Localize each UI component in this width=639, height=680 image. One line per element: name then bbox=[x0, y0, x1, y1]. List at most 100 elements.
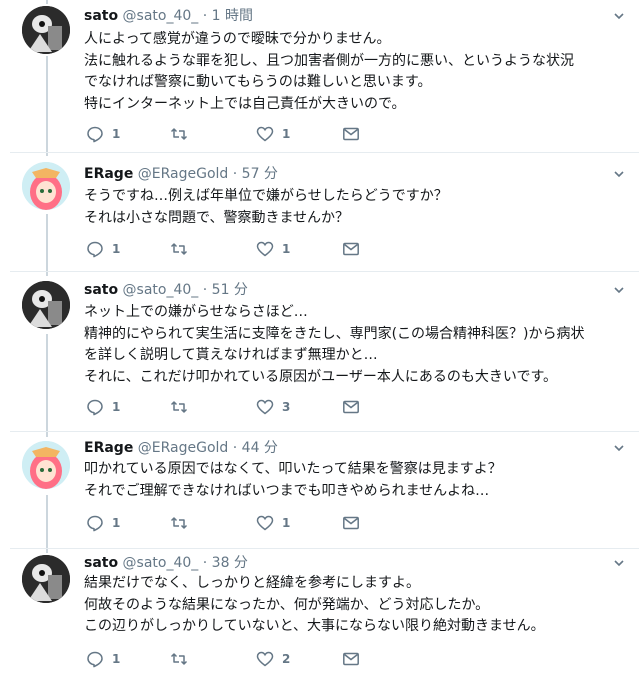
reply-button[interactable]: 1 bbox=[86, 398, 120, 416]
avatar[interactable] bbox=[22, 281, 70, 329]
avatar[interactable] bbox=[22, 6, 70, 54]
retweet-button[interactable] bbox=[170, 398, 196, 416]
like-button[interactable]: 1 bbox=[256, 240, 290, 258]
tweet-text: 結果だけでなく、しっかりと経緯を参考にしますよ。何故そのような結果になったか、何… bbox=[84, 573, 629, 638]
tweet-actions: 1 1 bbox=[84, 240, 384, 258]
user-handle[interactable]: @ERageGold bbox=[138, 166, 229, 182]
timestamp[interactable]: 1 時間 bbox=[212, 8, 253, 24]
like-count: 1 bbox=[282, 242, 291, 256]
like-count: 2 bbox=[282, 652, 291, 666]
timestamp[interactable]: 44 分 bbox=[242, 440, 278, 456]
tweet-text-line: 何故そのような結果になったか、何が発端か、どう対応したか。 bbox=[84, 596, 490, 613]
reply-icon bbox=[87, 126, 103, 143]
retweet-icon bbox=[170, 517, 188, 529]
like-button[interactable]: 1 bbox=[256, 514, 290, 532]
separator-dot: · bbox=[202, 282, 208, 298]
tweet-text: ネット上での嫌がらせならさほど… 精神的にやられて実生活に支障をきたし、専門家(こ… bbox=[84, 302, 629, 388]
tweet-text-line: それでご理解できなければいつまでも叩きやめられませんよね… bbox=[84, 482, 490, 499]
tweet-header: sato @sato_40_ · 1 時間 bbox=[84, 7, 253, 25]
tweet[interactable]: ERage @ERageGold · 57 分 そうですね…例えば年単位で嫌がら… bbox=[0, 152, 639, 271]
tweet-text: そうですね…例えば年単位で嫌がらせしたらどうですか？ それは小さな問題で、警察動き… bbox=[84, 186, 629, 229]
tweet-text-line: そうですね…例えば年単位で嫌がらせしたらどうですか？ bbox=[84, 188, 448, 204]
retweet-icon bbox=[170, 401, 188, 413]
chevron-down-icon[interactable] bbox=[613, 557, 625, 569]
direct-message-button[interactable] bbox=[342, 125, 360, 143]
heart-icon bbox=[256, 651, 274, 667]
heart-icon bbox=[256, 399, 274, 415]
like-button[interactable]: 1 bbox=[256, 125, 290, 143]
retweet-button[interactable] bbox=[170, 125, 196, 143]
chevron-down-icon[interactable] bbox=[613, 168, 625, 180]
reply-count: 1 bbox=[112, 127, 121, 141]
timestamp[interactable]: 51 分 bbox=[212, 282, 248, 298]
display-name[interactable]: sato bbox=[84, 555, 118, 571]
like-button[interactable]: 2 bbox=[256, 650, 290, 668]
timestamp[interactable]: 57 分 bbox=[242, 166, 278, 182]
like-button[interactable]: 3 bbox=[256, 398, 290, 416]
reply-button[interactable]: 1 bbox=[86, 650, 120, 668]
chevron-down-icon[interactable] bbox=[613, 10, 625, 22]
user-handle[interactable]: @sato_40_ bbox=[123, 8, 199, 24]
separator-dot: · bbox=[202, 555, 208, 571]
reply-icon bbox=[87, 399, 103, 416]
like-count: 1 bbox=[282, 516, 291, 530]
retweet-icon bbox=[170, 128, 188, 140]
avatar[interactable] bbox=[22, 441, 70, 489]
timestamp[interactable]: 38 分 bbox=[212, 555, 248, 571]
tweet-text-line: ネット上での嫌がらせならさほど… bbox=[84, 304, 308, 320]
tweet-text: 叩かれている原因ではなくて、叩いたって結果を警察は見ますよ？ それでご理解できなけ… bbox=[84, 459, 629, 502]
retweet-button[interactable] bbox=[170, 240, 196, 258]
avatar[interactable] bbox=[22, 162, 70, 210]
tweet-text-line: それは小さな問題で、警察動きませんか？ bbox=[84, 209, 350, 226]
tweet-header: ERage @ERageGold · 44 分 bbox=[84, 439, 278, 457]
chevron-down-icon[interactable] bbox=[613, 442, 625, 454]
tweet-actions: 1 2 bbox=[84, 650, 384, 668]
direct-message-button[interactable] bbox=[342, 398, 360, 416]
like-count: 3 bbox=[282, 400, 291, 414]
display-name[interactable]: ERage bbox=[84, 440, 133, 456]
retweet-button[interactable] bbox=[170, 514, 196, 532]
envelope-icon bbox=[343, 400, 359, 414]
separator-dot: · bbox=[232, 440, 238, 456]
reply-count: 1 bbox=[112, 400, 121, 414]
tweet[interactable]: sato @sato_40_ · 1 時間 人によって感覚が違うので曖昧で分かり… bbox=[0, 0, 639, 152]
chevron-down-icon[interactable] bbox=[613, 284, 625, 296]
tweet-text-line: 法に触れるような罪を犯し、且つ加害者側が一方的に悪い、というような状況 bbox=[84, 52, 574, 69]
tweet-text: 人によって感覚が違うので曖昧で分かりません。法に触れるような罪を犯し、且つ加害者… bbox=[84, 29, 629, 115]
display-name[interactable]: sato bbox=[84, 282, 118, 298]
tweet-text-line: 結果だけでなく、しっかりと経緯を参考にしますよ。 bbox=[84, 575, 420, 591]
display-name[interactable]: ERage bbox=[84, 166, 133, 182]
retweet-icon bbox=[170, 243, 188, 255]
heart-icon bbox=[256, 241, 274, 257]
tweet-actions: 1 1 bbox=[84, 125, 384, 143]
retweet-icon bbox=[170, 653, 188, 665]
reply-button[interactable]: 1 bbox=[86, 240, 120, 258]
user-handle[interactable]: @ERageGold bbox=[138, 440, 229, 456]
separator-dot: · bbox=[232, 166, 238, 182]
tweet-text-line: 人によって感覚が違うので曖昧で分かりません。 bbox=[84, 31, 391, 47]
direct-message-button[interactable] bbox=[342, 240, 360, 258]
like-count: 1 bbox=[282, 127, 291, 141]
retweet-button[interactable] bbox=[170, 650, 196, 668]
tweet[interactable]: sato @sato_40_ · 38 分 結果だけでなく、しっかりと経緯を参考… bbox=[0, 548, 639, 680]
user-handle[interactable]: @sato_40_ bbox=[123, 555, 199, 571]
direct-message-button[interactable] bbox=[342, 650, 360, 668]
tweet-text-line: 精神的にやられて実生活に支障をきたし、専門家(この場合精神科医？)から病状 bbox=[84, 325, 585, 342]
tweet-actions: 1 3 bbox=[84, 398, 384, 416]
avatar[interactable] bbox=[22, 555, 70, 603]
reply-icon bbox=[87, 651, 103, 668]
direct-message-button[interactable] bbox=[342, 514, 360, 532]
reply-icon bbox=[87, 241, 103, 258]
separator-dot: · bbox=[202, 8, 208, 24]
tweet-text-line: を詳しく説明して貰えなければまず無理かと… bbox=[84, 347, 378, 364]
tweet-text-line: でなければ警察に動いてもらうのは難しいと思います。 bbox=[84, 74, 432, 91]
display-name[interactable]: sato bbox=[84, 8, 118, 24]
user-handle[interactable]: @sato_40_ bbox=[123, 282, 199, 298]
tweet[interactable]: sato @sato_40_ · 51 分 ネット上での嫌がらせならさほど… 精神… bbox=[0, 271, 639, 431]
tweet[interactable]: ERage @ERageGold · 44 分 叩かれている原因ではなくて、叩い… bbox=[0, 431, 639, 548]
reply-icon bbox=[87, 515, 103, 532]
heart-icon bbox=[256, 515, 274, 531]
reply-button[interactable]: 1 bbox=[86, 514, 120, 532]
tweet-text-line: 叩かれている原因ではなくて、叩いたって結果を警察は見ますよ？ bbox=[84, 461, 502, 477]
reply-button[interactable]: 1 bbox=[86, 125, 120, 143]
